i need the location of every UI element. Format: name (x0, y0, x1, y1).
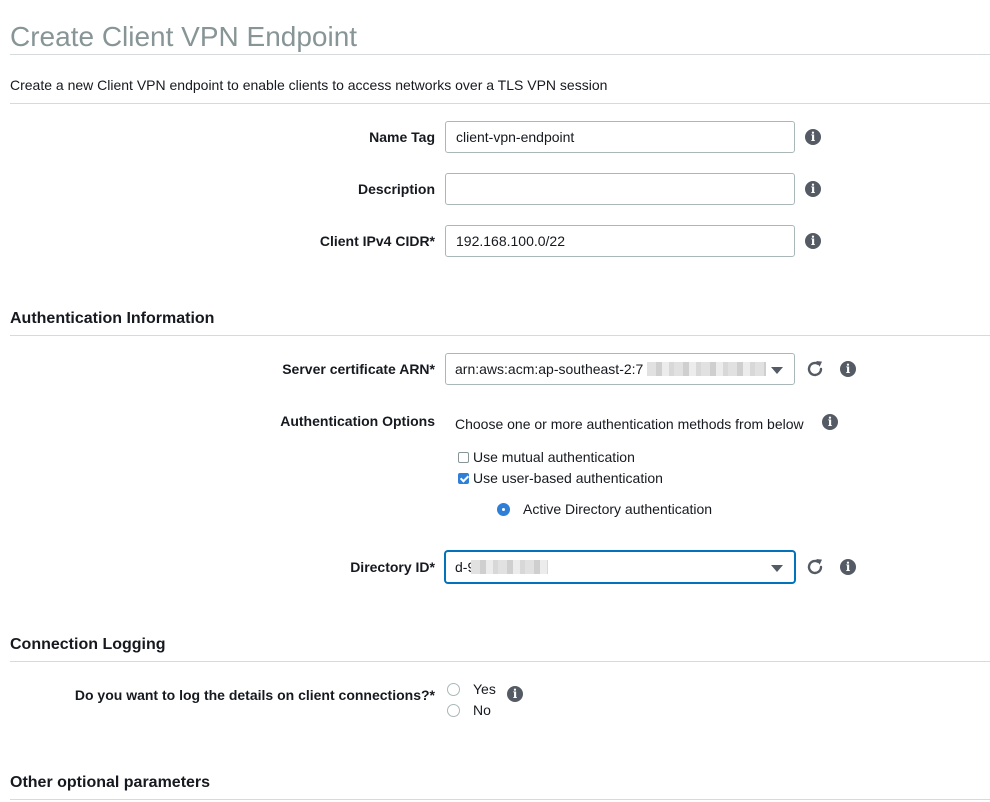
mutual-auth-checkbox[interactable] (458, 452, 469, 463)
logging-no-radio[interactable] (447, 704, 460, 717)
user-auth-label[interactable]: Use user-based authentication (473, 470, 663, 486)
chevron-down-icon (771, 565, 783, 572)
directory-id-label: Directory ID* (350, 559, 435, 575)
title-divider (10, 54, 990, 55)
logging-yes-radio[interactable] (447, 683, 460, 696)
server-cert-info-icon[interactable]: i (840, 361, 856, 377)
name-tag-label: Name Tag (369, 129, 435, 145)
refresh-icon[interactable] (805, 557, 825, 577)
logging-question-label: Do you want to log the details on client… (74, 687, 435, 703)
server-cert-select[interactable]: arn:aws:acm:ap-southeast-2:7 (445, 353, 795, 385)
auth-options-hint: Choose one or more authentication method… (455, 416, 804, 432)
directory-id-info-icon[interactable]: i (840, 559, 856, 575)
directory-id-select[interactable]: d-9 (445, 551, 795, 583)
logging-yes-label[interactable]: Yes (473, 681, 496, 697)
description-info-icon[interactable]: i (805, 181, 821, 197)
name-tag-info-icon[interactable]: i (805, 129, 821, 145)
redacted-text (647, 362, 766, 376)
optional-section-title: Other optional parameters (10, 774, 211, 791)
active-directory-radio[interactable] (497, 503, 510, 516)
chevron-down-icon (771, 367, 783, 374)
user-auth-checkbox[interactable] (458, 473, 469, 484)
client-cidr-label: Client IPv4 CIDR* (319, 233, 435, 249)
client-cidr-info-icon[interactable]: i (805, 233, 821, 249)
client-cidr-input[interactable] (445, 225, 795, 257)
description-label: Description (357, 181, 435, 197)
optional-section-divider (10, 799, 990, 800)
refresh-icon[interactable] (805, 359, 825, 379)
mutual-auth-label[interactable]: Use mutual authentication (473, 449, 635, 465)
auth-section-divider (10, 335, 990, 336)
redacted-text (471, 560, 548, 574)
logging-section-title: Connection Logging (10, 636, 166, 653)
page-title: Create Client VPN Endpoint (10, 21, 358, 52)
description-input[interactable] (445, 173, 795, 205)
page-subtitle: Create a new Client VPN endpoint to enab… (10, 77, 608, 93)
active-directory-label[interactable]: Active Directory authentication (523, 501, 712, 517)
logging-no-label[interactable]: No (473, 702, 491, 718)
logging-section-divider (10, 661, 990, 662)
subtitle-divider (10, 103, 990, 104)
logging-info-icon[interactable]: i (507, 686, 523, 702)
server-cert-label: Server certificate ARN* (282, 361, 435, 377)
server-cert-value: arn:aws:acm:ap-southeast-2:7 (455, 361, 644, 377)
auth-options-info-icon[interactable]: i (822, 414, 838, 430)
auth-options-label: Authentication Options (280, 413, 435, 429)
name-tag-input[interactable] (445, 121, 795, 153)
auth-section-title: Authentication Information (10, 310, 215, 327)
